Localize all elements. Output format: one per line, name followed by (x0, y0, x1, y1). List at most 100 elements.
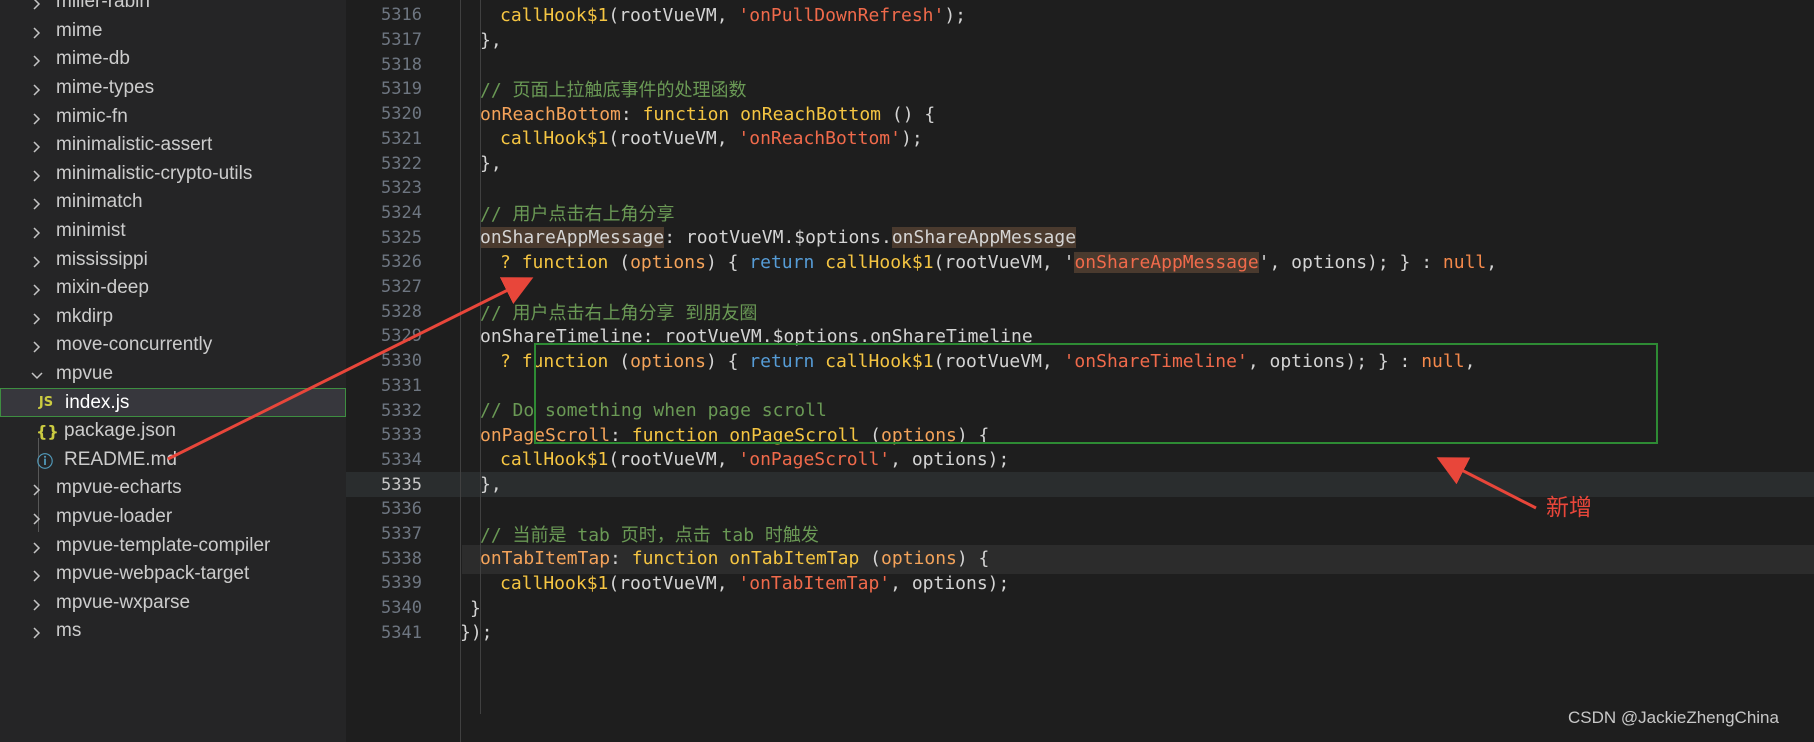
chevron-right-icon (30, 567, 44, 582)
tree-item-mime-db[interactable]: mime-db (0, 45, 346, 74)
tree-item-mimic-fn[interactable]: mimic-fn (0, 102, 346, 131)
chevron-right-icon (30, 624, 44, 640)
tree-item-mpvue[interactable]: mpvue (0, 360, 346, 389)
indent-guide (460, 0, 461, 742)
code-line[interactable]: 5316 callHook$1(rootVueVM, 'onPullDownRef… (346, 3, 1814, 28)
code-line[interactable]: 5320 onReachBottom: function onReachBotto… (346, 102, 1814, 127)
code-line[interactable]: 5336 (346, 497, 1814, 522)
code-token: onShareAppMessage (891, 227, 1077, 249)
tree-item-label: package.json (64, 420, 176, 442)
code-token: // 当前是 (480, 525, 578, 547)
code-line[interactable]: 5321 callHook$1(rootVueVM, 'onReachBottom… (346, 127, 1814, 152)
line-number: 5321 (381, 128, 422, 149)
code-line[interactable]: 5323 (346, 176, 1814, 201)
tree-item-mpvue-webpack-target[interactable]: mpvue-webpack-target (0, 560, 346, 589)
line-number: 5318 (381, 54, 422, 75)
line-number: 5339 (381, 573, 422, 594)
code-line[interactable]: 5340} (346, 596, 1814, 621)
line-number: 5340 (381, 598, 422, 619)
tree-item-ms[interactable]: ms (0, 617, 346, 646)
code-token: callHook$1 (825, 251, 934, 273)
new-annotation-label: 新增 (1546, 495, 1592, 521)
code-token: return (749, 251, 815, 273)
code-line[interactable]: 5337 // 当前是 tab 页时，点击 tab 时触发 (346, 522, 1814, 547)
tree-item-mississippi[interactable]: mississippi (0, 245, 346, 274)
chevron-right-icon (30, 338, 44, 354)
chevron-right-icon (30, 596, 44, 611)
chevron-right-icon (30, 310, 44, 325)
tree-item-minimalistic-assert[interactable]: minimalistic-assert (0, 131, 346, 160)
code-token: ); (944, 4, 967, 26)
line-number: 5336 (381, 499, 422, 520)
tree-item-move-concurrently[interactable]: move-concurrently (0, 331, 346, 360)
tree-item-minimatch[interactable]: minimatch (0, 188, 346, 217)
tree-item-index-js[interactable]: JS index.js (0, 388, 346, 417)
tree-item-minimalistic-crypto-utils[interactable]: minimalistic-crypto-utils (0, 160, 346, 189)
line-number: 5316 (381, 5, 422, 26)
code-line[interactable]: 5317}, (346, 28, 1814, 53)
line-number: 5319 (381, 79, 422, 100)
code-token: 'onPageScroll' (738, 449, 891, 471)
json-file-icon: {} (36, 421, 59, 441)
line-number: 5323 (381, 178, 422, 199)
code-token: , options); (890, 449, 1010, 471)
tree-item-mpvue-template-compiler[interactable]: mpvue-template-compiler (0, 531, 346, 560)
code-token: }, (480, 474, 502, 496)
tree-item-mpvue-loader[interactable]: mpvue-loader (0, 503, 346, 532)
indent-guide (480, 0, 481, 714)
tree-item-label: minimalistic-crypto-utils (56, 162, 253, 184)
line-number: 5341 (381, 622, 422, 643)
tree-item-miller-rabin[interactable]: miller-rabin (0, 0, 346, 17)
code-line[interactable]: 5327 (346, 275, 1814, 300)
code-token: onTabItemTap (480, 548, 611, 570)
code-line[interactable]: 5319 // 页面上拉触底事件的处理函数 (346, 77, 1814, 102)
code-line[interactable]: 5339 callHook$1(rootVueVM, 'onTabItemTap'… (346, 571, 1814, 596)
line-number: 5333 (381, 425, 422, 446)
tree-item-readme-md[interactable]: ⓘ README.md (0, 446, 346, 475)
code-token: function (521, 251, 609, 273)
tree-item-package-json[interactable]: {} package.json (0, 417, 346, 446)
line-number: 5328 (381, 301, 422, 322)
line-number: 5337 (381, 524, 422, 545)
code-token: ) { (956, 548, 990, 570)
code-token: (rootVueVM, ' (933, 251, 1075, 273)
code-line[interactable]: 5325 onShareAppMessage: rootVueVM.$option… (346, 225, 1814, 250)
code-text: callHook$1(rootVueVM, 'onPullDownRefresh… (500, 5, 966, 26)
tree-item-mpvue-wxparse[interactable]: mpvue-wxparse (0, 589, 346, 618)
explorer-sidebar: miller-rabin mime mime-db mime-types mimic-f… (0, 0, 346, 742)
code-token: options (881, 548, 957, 570)
tree-item-mime[interactable]: mime (0, 17, 346, 46)
tree-item-label: minimalistic-assert (56, 134, 213, 156)
chevron-right-icon (30, 253, 44, 268)
tree-item-label: mpvue-wxparse (56, 591, 191, 613)
tree-item-mkdirp[interactable]: mkdirp (0, 303, 346, 332)
chevron-right-icon (30, 281, 44, 296)
code-text: ? function (options) { return callHook$1… (500, 251, 1497, 273)
info-icon: ⓘ (36, 451, 53, 471)
code-token: ( (608, 251, 631, 273)
line-number: 5320 (381, 104, 422, 125)
code-text: callHook$1(rootVueVM, 'onPageScroll', op… (500, 449, 1009, 470)
code-line[interactable]: 5318 (346, 52, 1814, 77)
tree-item-label: ms (56, 620, 82, 642)
code-line[interactable]: 5326? function (options) { return callHo… (346, 250, 1814, 275)
chevron-right-icon (30, 167, 44, 182)
code-token: callHook$1 (500, 572, 609, 594)
code-line[interactable]: 5334 callHook$1(rootVueVM, 'onPageScroll'… (346, 448, 1814, 473)
code-token: () { (881, 103, 936, 125)
code-line[interactable]: 5322}, (346, 151, 1814, 176)
tree-item-mixin-deep[interactable]: mixin-deep (0, 274, 346, 303)
tree-item-label: minimatch (56, 191, 143, 213)
tree-item-mpvue-echarts[interactable]: mpvue-echarts (0, 474, 346, 503)
code-line[interactable]: 5328 // 用户点击右上角分享 到朋友圈 (346, 299, 1814, 324)
code-line[interactable]: 5324 // 用户点击右上角分享 (346, 201, 1814, 226)
code-line[interactable]: 5338 onTabItemTap: function onTabItemTap … (346, 546, 1814, 571)
code-line[interactable]: 5341}); (346, 621, 1814, 646)
tree-item-label: minimist (56, 220, 126, 242)
tree-item-minimist[interactable]: minimist (0, 217, 346, 246)
code-line[interactable]: 5335}, (346, 472, 1814, 497)
tree-item-mime-types[interactable]: mime-types (0, 74, 346, 103)
new-code-highlight-box (534, 343, 1658, 444)
code-token: 'onReachBottom' (738, 128, 901, 150)
